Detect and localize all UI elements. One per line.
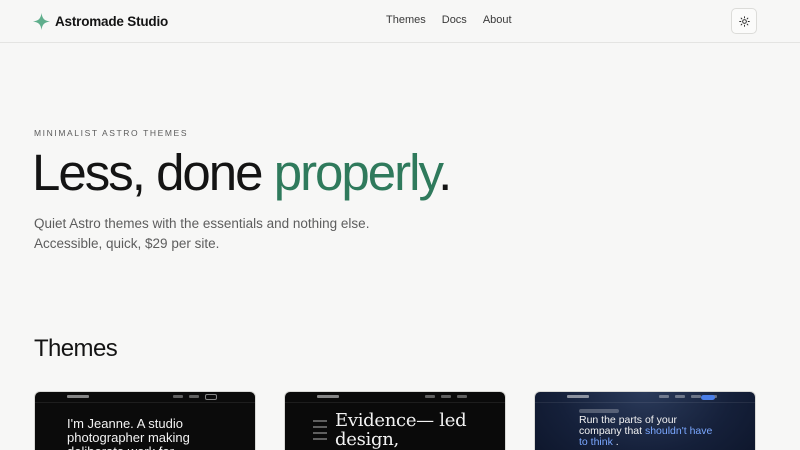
themes-section-title: Themes <box>34 335 118 362</box>
nav-link-about[interactable]: About <box>483 14 512 26</box>
brand-name: Astromade Studio <box>55 13 169 29</box>
preview-logo <box>567 395 589 398</box>
preview-nav <box>285 392 505 403</box>
nav-link-docs[interactable]: Docs <box>442 14 467 26</box>
hero-title: Less, done properly. <box>32 141 452 205</box>
theme-card-preview-text: I'm Jeanne. A studio photographer making… <box>67 416 190 450</box>
preview-pill <box>579 409 619 413</box>
hero-title-end: . <box>438 144 452 201</box>
sparkle-icon <box>33 12 50 30</box>
theme-card-preview-text: Run the parts of your company that shoul… <box>579 415 719 448</box>
hero-description: Quiet Astro themes with the essentials a… <box>34 216 370 251</box>
theme-card-saas[interactable]: Run the parts of your company that shoul… <box>534 391 756 450</box>
preview-logo <box>67 395 89 398</box>
preview-text-end: . <box>612 436 619 448</box>
preview-nav-links <box>419 395 467 398</box>
preview-cta <box>701 395 715 400</box>
preview-nav-links <box>167 393 217 400</box>
site-header: Astromade Studio Themes Docs About <box>0 0 800 43</box>
theme-toggle-button[interactable] <box>731 8 757 34</box>
preview-nav <box>35 392 255 403</box>
brand-logo[interactable]: Astromade Studio <box>33 12 168 30</box>
main-nav: Themes Docs About <box>386 14 528 26</box>
theme-card-evidence[interactable]: Evidence— led design, <box>284 391 506 450</box>
theme-card-preview-text: Evidence— led design, <box>335 410 467 450</box>
sun-icon <box>738 15 750 27</box>
theme-card-photographer[interactable]: I'm Jeanne. A studio photographer making… <box>34 391 256 450</box>
hero-eyebrow: MINIMALIST ASTRO THEMES <box>34 128 189 138</box>
hero-title-main: Less, done <box>32 144 274 201</box>
preview-nav <box>535 392 755 403</box>
hero-title-accent: properly <box>273 144 440 201</box>
nav-link-themes[interactable]: Themes <box>386 14 426 26</box>
preview-side-lines <box>313 420 327 444</box>
preview-logo <box>317 395 339 398</box>
